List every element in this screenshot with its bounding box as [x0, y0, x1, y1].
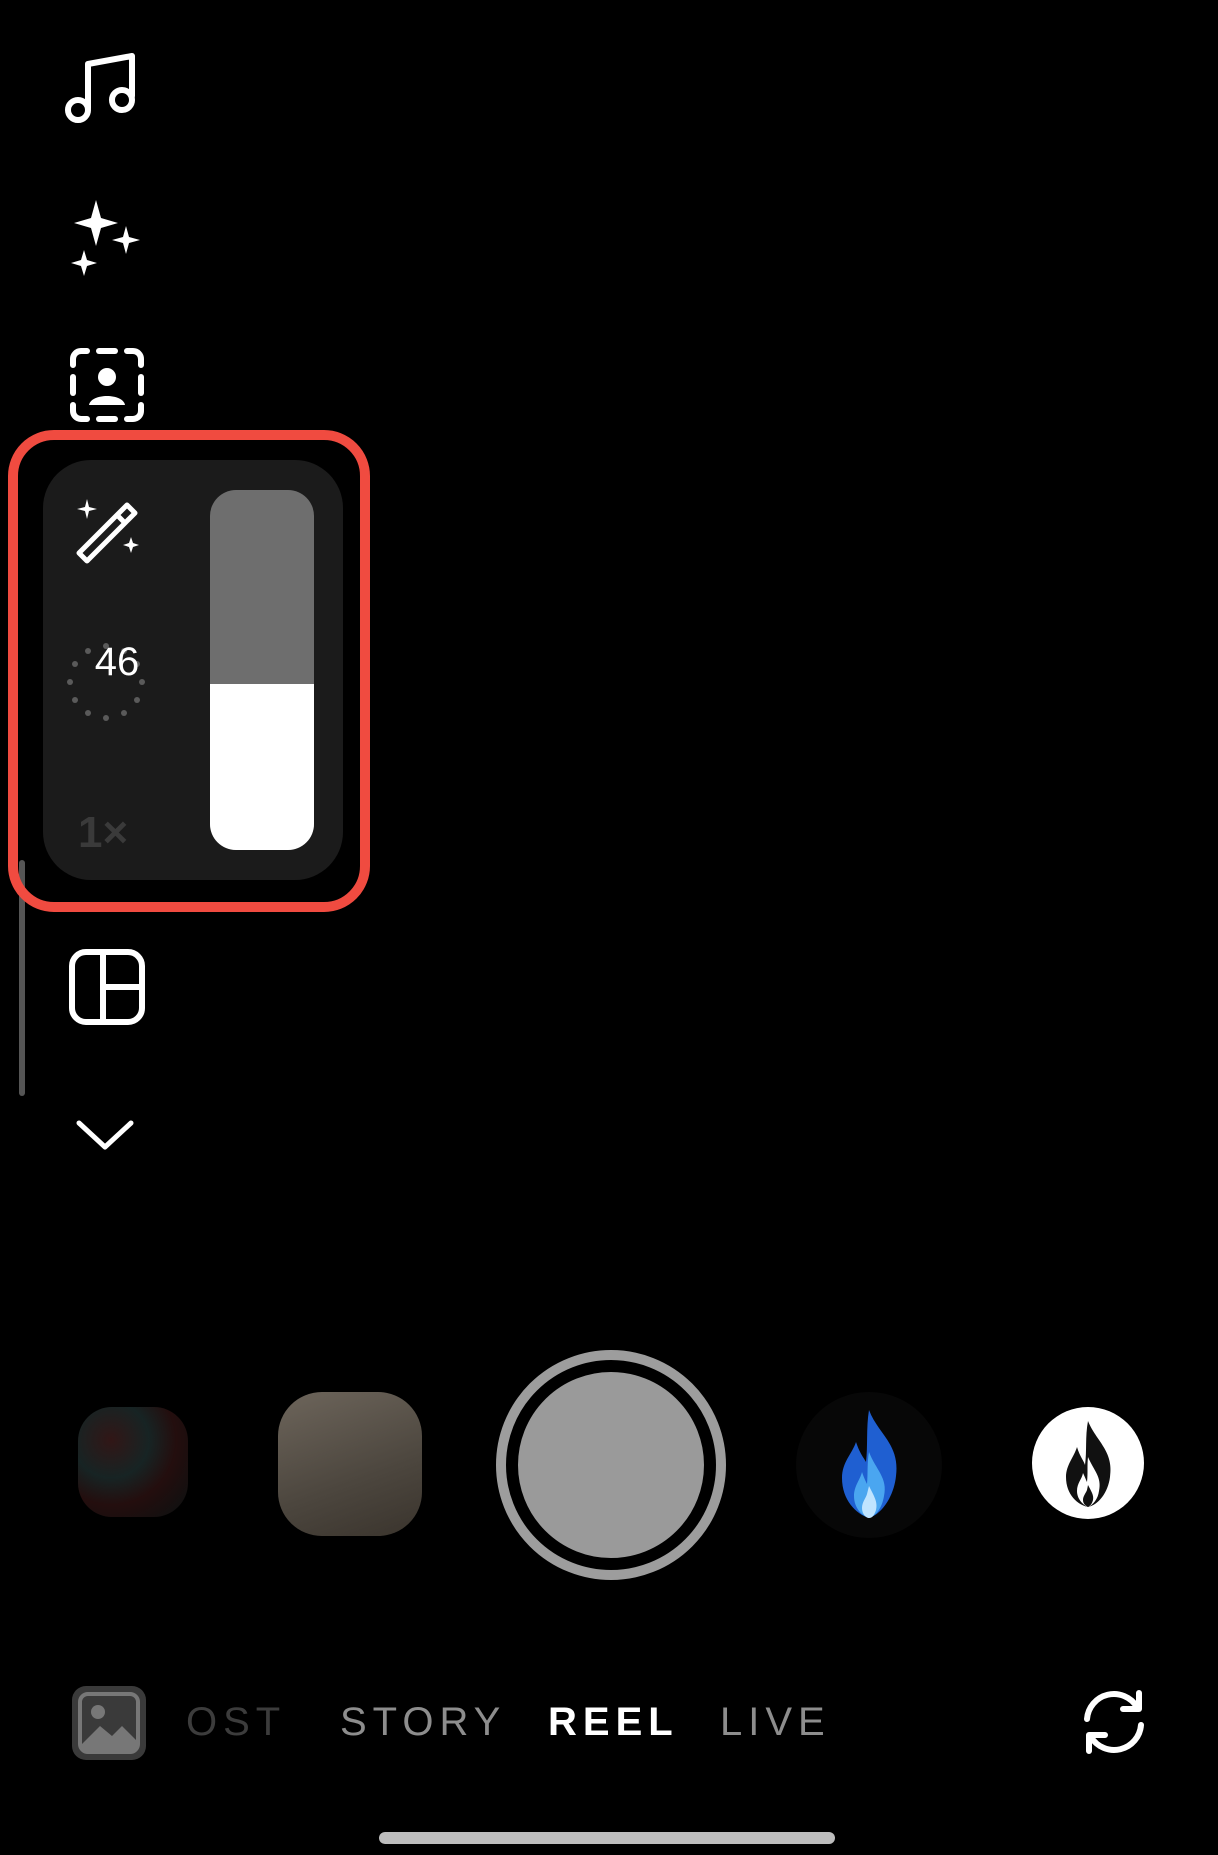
gallery-button[interactable] [72, 1686, 146, 1760]
home-indicator[interactable] [379, 1832, 835, 1844]
effect-thumbnail-white-flame[interactable] [1032, 1407, 1144, 1519]
white-flame-icon [1034, 1409, 1142, 1517]
tab-post[interactable]: OST [186, 1700, 286, 1745]
blue-flame-icon [842, 1410, 897, 1518]
tab-live[interactable]: LIVE [720, 1700, 831, 1745]
chevron-down-icon[interactable] [74, 1112, 136, 1158]
zoom-label[interactable]: 1× [78, 808, 128, 858]
highlight-frame [8, 430, 370, 912]
person-frame-icon[interactable] [68, 346, 146, 424]
intensity-value: 46 [94, 640, 140, 684]
gallery-icon [78, 1692, 140, 1754]
intensity-slider-fill [210, 684, 314, 850]
effect-thumbnail-blur[interactable] [278, 1392, 422, 1536]
effect-thumbnail-blue-flame[interactable] [796, 1392, 942, 1538]
flip-camera-icon[interactable] [1076, 1684, 1152, 1760]
effect-thumbnail-pattern[interactable] [78, 1407, 188, 1517]
layout-icon[interactable] [66, 946, 148, 1028]
sparkles-icon[interactable] [62, 196, 146, 280]
tab-reel[interactable]: REEL [548, 1700, 679, 1745]
tab-story[interactable]: STORY [340, 1700, 506, 1745]
intensity-slider[interactable] [210, 490, 314, 850]
magic-wand-icon[interactable] [70, 490, 150, 570]
music-icon[interactable] [60, 44, 144, 128]
shutter-button-inner[interactable] [512, 1366, 710, 1564]
